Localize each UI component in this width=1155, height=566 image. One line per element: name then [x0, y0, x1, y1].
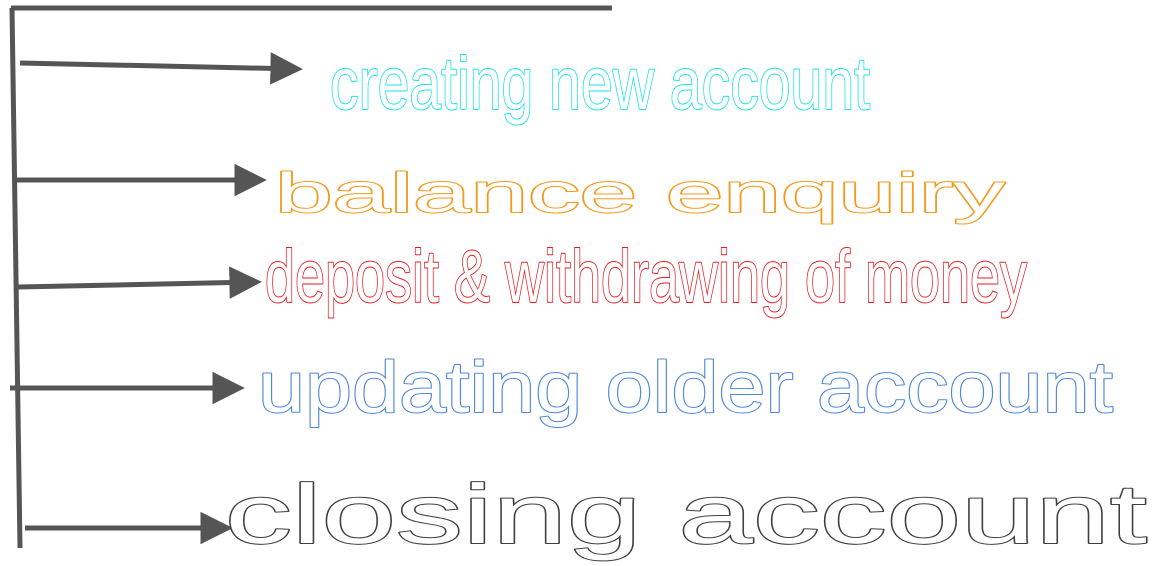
item-label-balance-enquiry: balance enquiry — [275, 161, 1005, 224]
item-label-deposit-withdrawing: deposit & withdrawing of money — [265, 235, 1027, 318]
item-label-closing-account: closing account — [225, 467, 1147, 561]
item-label-creating-new-account: creating new account — [330, 42, 870, 125]
menu-diagram: creating new account balance enquiry dep… — [9, 5, 1148, 562]
item-label-updating-older-account: updating older account — [258, 348, 1113, 428]
arrow-deposit-withdrawing — [17, 266, 262, 299]
trunk-line — [9, 7, 23, 549]
arrow-creating-new-account — [19, 52, 303, 85]
